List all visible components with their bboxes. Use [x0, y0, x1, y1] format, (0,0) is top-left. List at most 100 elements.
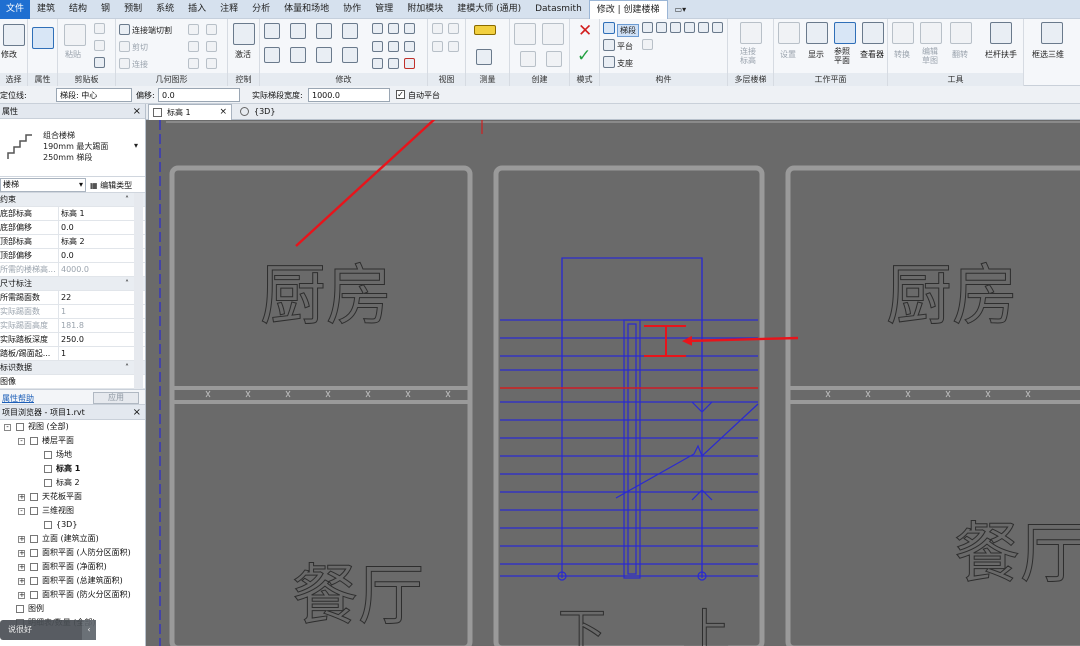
landing-icon[interactable] [603, 39, 615, 51]
properties-icon[interactable] [32, 27, 54, 49]
run-label[interactable]: 梯段 [617, 24, 639, 37]
ribbon-tab-10[interactable]: 协作 [336, 0, 368, 19]
cut-geometry-icon[interactable] [119, 41, 130, 52]
connect-levels-label[interactable]: 连接标高 [740, 47, 762, 65]
linework-icon[interactable] [432, 41, 443, 52]
ribbon-tab-3[interactable]: 钢 [94, 0, 117, 19]
property-value[interactable]: 标高 2 [58, 235, 124, 248]
create-similar-icon[interactable] [546, 51, 562, 67]
expand-toggle-icon[interactable]: + [18, 564, 25, 571]
ribbon-tab-14[interactable]: Datasmith [528, 0, 589, 19]
property-value[interactable]: 标高 1 [58, 207, 124, 220]
browser-node[interactable]: - 三维视图 [0, 504, 145, 518]
measure-distance-icon[interactable] [474, 25, 496, 35]
ribbon-tab-11[interactable]: 管理 [368, 0, 400, 19]
expand-toggle-icon[interactable]: + [18, 536, 25, 543]
ribbon-tab-8[interactable]: 分析 [245, 0, 277, 19]
ribbon-tab-6[interactable]: 插入 [181, 0, 213, 19]
expand-toggle-icon[interactable]: - [18, 438, 25, 445]
viewer-label[interactable]: 查看器 [860, 49, 884, 60]
create-group-icon[interactable] [520, 51, 536, 67]
move-icon[interactable] [264, 47, 280, 63]
sketch-icon[interactable] [712, 22, 723, 33]
ribbon-tab-5[interactable]: 系统 [149, 0, 181, 19]
l-winder-icon[interactable] [684, 22, 695, 33]
tab-level-1[interactable]: 标高 1 × [148, 104, 232, 120]
offset-icon[interactable] [290, 23, 306, 39]
expand-toggle-icon[interactable]: + [18, 578, 25, 585]
set-workplane-icon[interactable] [778, 22, 800, 44]
activate-label[interactable]: 激活 [235, 49, 251, 60]
mirror-axis-icon[interactable] [316, 23, 332, 39]
rotate-icon[interactable] [316, 47, 332, 63]
trim-icon[interactable] [372, 58, 383, 69]
property-value[interactable]: 1 [58, 347, 124, 360]
split-face-icon[interactable] [206, 24, 217, 35]
close-properties-icon[interactable]: × [133, 104, 141, 119]
browser-node[interactable]: + 天花板平面 [0, 490, 145, 504]
support-label[interactable]: 支座 [617, 58, 633, 69]
set-label[interactable]: 设置 [780, 49, 796, 60]
ribbon-tab-12[interactable]: 附加模块 [400, 0, 450, 19]
offset-input[interactable]: 0.0 [158, 88, 240, 102]
cancel-edit-icon[interactable]: ✕ [578, 21, 592, 41]
remove-paint-icon[interactable] [188, 58, 199, 69]
expand-toggle-icon[interactable]: + [18, 494, 25, 501]
unjoin-icon[interactable] [206, 58, 217, 69]
type-dropdown-chevron-icon[interactable]: ▾ [134, 141, 138, 150]
create-assembly-icon[interactable] [514, 23, 536, 45]
flip-icon[interactable] [950, 22, 972, 44]
array-icon[interactable] [372, 41, 383, 52]
cut-icon[interactable] [94, 23, 105, 34]
panel-select-title[interactable]: 选择 [0, 73, 27, 86]
activate-dimensions-icon[interactable] [233, 23, 255, 45]
pin-icon[interactable] [404, 23, 415, 34]
copy-icon[interactable] [94, 40, 105, 51]
align-icon[interactable] [264, 23, 280, 39]
split-gap-icon[interactable] [388, 23, 399, 34]
modify-label[interactable]: 修改 [1, 49, 17, 60]
ribbon-tab-0[interactable]: 文件 [0, 0, 31, 19]
browser-node[interactable]: - 楼层平面 [0, 434, 145, 448]
unpin-icon[interactable] [404, 41, 415, 52]
box-3d-icon[interactable] [1041, 22, 1063, 44]
u-winder-icon[interactable] [698, 22, 709, 33]
expand-toggle-icon[interactable]: - [18, 508, 25, 515]
center-ends-spiral-icon[interactable] [670, 22, 681, 33]
browser-node[interactable]: + 面积平面 (总建筑面积) [0, 574, 145, 588]
paint-icon[interactable] [188, 41, 199, 52]
properties-section-header[interactable]: 标识数据 ˄ [0, 361, 145, 375]
straight-run-icon[interactable] [642, 22, 653, 33]
close-tab-icon[interactable]: × [219, 105, 227, 120]
collapse-section-icon[interactable]: ˄ [125, 361, 129, 374]
browser-node[interactable]: + 立面 (建筑立面) [0, 532, 145, 546]
support-icon[interactable] [603, 56, 615, 68]
properties-section-header[interactable]: 尺寸标注 ˄ [0, 277, 145, 291]
browser-node[interactable]: 标高 2 [0, 476, 145, 490]
ribbon-tab-13[interactable]: 建模大师 (通用) [450, 0, 528, 19]
collapse-section-icon[interactable]: ˄ [125, 193, 129, 206]
hide-element-icon[interactable] [448, 23, 459, 34]
status-bubble[interactable]: 说很好 ‹ [0, 620, 96, 640]
browser-node[interactable]: 图例 [0, 602, 145, 616]
show-label[interactable]: 显示 [808, 49, 824, 60]
cut-geometry-label[interactable]: 剪切 [132, 42, 148, 53]
collapse-chevron-icon[interactable]: ‹ [82, 620, 96, 640]
aligned-dimension-icon[interactable] [476, 49, 492, 65]
ribbon-tab-1[interactable]: 建筑 [30, 0, 62, 19]
railing-icon[interactable] [990, 22, 1012, 44]
demolish-icon[interactable] [206, 41, 217, 52]
delete-icon[interactable] [404, 58, 415, 69]
expand-toggle-icon[interactable]: + [18, 592, 25, 599]
expand-toggle-icon[interactable]: - [4, 424, 11, 431]
wall-joins-icon[interactable] [188, 24, 199, 35]
spiral-run-icon[interactable] [656, 22, 667, 33]
reference-plane-label[interactable]: 参照平面 [834, 47, 856, 65]
ribbon-tab-2[interactable]: 结构 [62, 0, 94, 19]
viewer-icon[interactable] [862, 22, 884, 44]
match-properties-icon[interactable] [94, 57, 105, 68]
reference-plane-icon[interactable] [834, 22, 856, 44]
close-browser-icon[interactable]: × [133, 405, 141, 420]
locate-line-select[interactable]: 梯段: 中心 [56, 88, 132, 102]
split-element-icon[interactable] [372, 23, 383, 34]
